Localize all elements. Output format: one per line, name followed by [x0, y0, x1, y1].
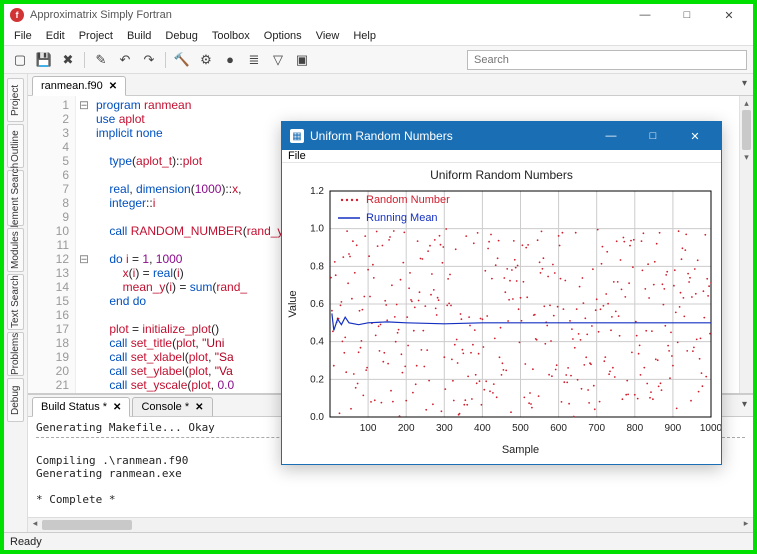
menu-build[interactable]: Build: [121, 28, 157, 44]
svg-text:100: 100: [360, 423, 377, 434]
rail-element-search[interactable]: Element Search: [7, 170, 24, 226]
close-button[interactable]: ✕: [711, 5, 747, 25]
svg-text:200: 200: [398, 423, 415, 434]
svg-text:Sample: Sample: [502, 444, 539, 456]
file-tab-ranmean[interactable]: ranmean.f90 ✕: [32, 76, 126, 96]
scroll-thumb[interactable]: [42, 520, 132, 530]
redo-icon[interactable]: ↷: [139, 50, 159, 70]
plot-titlebar[interactable]: ▦ Uniform Random Numbers — □ ✕: [282, 122, 721, 150]
scroll-right-icon[interactable]: ▸: [739, 518, 753, 532]
editor-vscrollbar[interactable]: ▴ ▾: [739, 96, 753, 393]
statusbar: Ready: [4, 532, 753, 550]
window-title: Approximatrix Simply Fortran: [30, 9, 621, 21]
minimize-button[interactable]: —: [627, 5, 663, 25]
gear-icon[interactable]: ⚙: [196, 50, 216, 70]
plot-menu-file[interactable]: File: [288, 150, 306, 162]
svg-text:Running Mean: Running Mean: [366, 212, 438, 224]
rail-debug[interactable]: Debug: [7, 378, 24, 422]
tab-label: Build Status *: [41, 401, 107, 413]
plot-close-button[interactable]: ✕: [677, 122, 713, 150]
menu-help[interactable]: Help: [347, 28, 382, 44]
svg-text:Value: Value: [287, 290, 299, 317]
fold-column[interactable]: ⊟ ⊟: [76, 96, 92, 393]
plot-canvas: Uniform Random Numbers 100 200 300 400 500 600…: [282, 163, 721, 459]
file-tab-close-icon[interactable]: ✕: [109, 81, 117, 92]
tabs-overflow-icon[interactable]: ▾: [742, 78, 747, 89]
svg-text:0.2: 0.2: [310, 374, 324, 385]
run-icon[interactable]: ●: [220, 50, 240, 70]
filter-icon[interactable]: ▽: [268, 50, 288, 70]
plot-minimize-button[interactable]: —: [593, 122, 629, 150]
app-icon: f: [10, 8, 24, 22]
rail-modules[interactable]: Modules: [7, 228, 24, 272]
svg-text:500: 500: [512, 423, 529, 434]
hammer-icon[interactable]: 🔨: [172, 50, 192, 70]
toolbar-separator: [165, 52, 166, 68]
tab-close-icon[interactable]: ✕: [113, 402, 121, 413]
tab-label: Console *: [141, 401, 189, 413]
svg-text:1000: 1000: [700, 423, 721, 434]
svg-text:0.4: 0.4: [310, 337, 324, 348]
menu-toolbox[interactable]: Toolbox: [206, 28, 256, 44]
plot-window-title: Uniform Random Numbers: [310, 129, 453, 143]
new-file-icon[interactable]: ▢: [10, 50, 30, 70]
menu-edit[interactable]: Edit: [40, 28, 71, 44]
status-text: Ready: [10, 536, 42, 548]
bottom-hscrollbar[interactable]: ◂ ▸: [28, 518, 753, 532]
svg-text:300: 300: [436, 423, 453, 434]
svg-text:Uniform Random Numbers: Uniform Random Numbers: [430, 168, 573, 182]
svg-text:Random Number: Random Number: [366, 194, 450, 206]
svg-text:600: 600: [550, 423, 567, 434]
search-input[interactable]: [467, 50, 747, 70]
svg-text:0.8: 0.8: [310, 261, 324, 272]
svg-text:900: 900: [665, 423, 682, 434]
plot-maximize-button[interactable]: □: [635, 122, 671, 150]
scroll-up-icon[interactable]: ▴: [740, 96, 753, 110]
menu-file[interactable]: File: [8, 28, 38, 44]
undo-icon[interactable]: ↶: [115, 50, 135, 70]
rail-problems[interactable]: Problems: [7, 332, 24, 376]
svg-text:1.0: 1.0: [310, 224, 324, 235]
menu-options[interactable]: Options: [258, 28, 308, 44]
debug-step-icon[interactable]: ≣: [244, 50, 264, 70]
save-icon[interactable]: 💾: [34, 50, 54, 70]
svg-text:700: 700: [588, 423, 605, 434]
svg-text:0.6: 0.6: [310, 299, 324, 310]
svg-text:400: 400: [474, 423, 491, 434]
scroll-thumb[interactable]: [742, 110, 751, 150]
line-number-gutter: 1 2 3 4 5 6 7 8 9 10 11 12 13 14 15 16 1…: [28, 96, 76, 393]
svg-text:0.0: 0.0: [310, 412, 324, 423]
menu-debug[interactable]: Debug: [159, 28, 203, 44]
left-rail: Project Outline Element Search Modules T…: [4, 74, 28, 532]
rail-outline[interactable]: Outline: [7, 124, 24, 168]
cut-icon[interactable]: ✖: [58, 50, 78, 70]
svg-text:1.2: 1.2: [310, 186, 324, 197]
tab-close-icon[interactable]: ✕: [195, 402, 203, 413]
terminal-icon[interactable]: ▣: [292, 50, 312, 70]
titlebar: f Approximatrix Simply Fortran — □ ✕: [4, 4, 753, 26]
svg-text:800: 800: [626, 423, 643, 434]
toolbar: ▢ 💾 ✖ ✎ ↶ ↷ 🔨 ⚙ ● ≣ ▽ ▣: [4, 46, 753, 74]
brush-icon[interactable]: ✎: [91, 50, 111, 70]
tab-build-status[interactable]: Build Status * ✕: [32, 397, 130, 417]
file-tabstrip: ranmean.f90 ✕ ▾: [28, 74, 753, 96]
rail-project[interactable]: Project: [7, 78, 24, 122]
file-tab-label: ranmean.f90: [41, 80, 103, 92]
maximize-button[interactable]: □: [669, 5, 705, 25]
scroll-left-icon[interactable]: ◂: [28, 518, 42, 532]
tabs-overflow-icon[interactable]: ▾: [742, 399, 747, 410]
plot-menubar: File: [282, 150, 721, 163]
menubar: File Edit Project Build Debug Toolbox Op…: [4, 26, 753, 46]
plot-window[interactable]: ▦ Uniform Random Numbers — □ ✕ File Unif…: [281, 121, 722, 465]
rail-text-search[interactable]: Text Search: [7, 274, 24, 330]
plot-app-icon: ▦: [290, 129, 304, 143]
toolbar-separator: [84, 52, 85, 68]
menu-view[interactable]: View: [310, 28, 346, 44]
scroll-down-icon[interactable]: ▾: [740, 150, 753, 164]
tab-console[interactable]: Console * ✕: [132, 397, 212, 417]
menu-project[interactable]: Project: [73, 28, 119, 44]
